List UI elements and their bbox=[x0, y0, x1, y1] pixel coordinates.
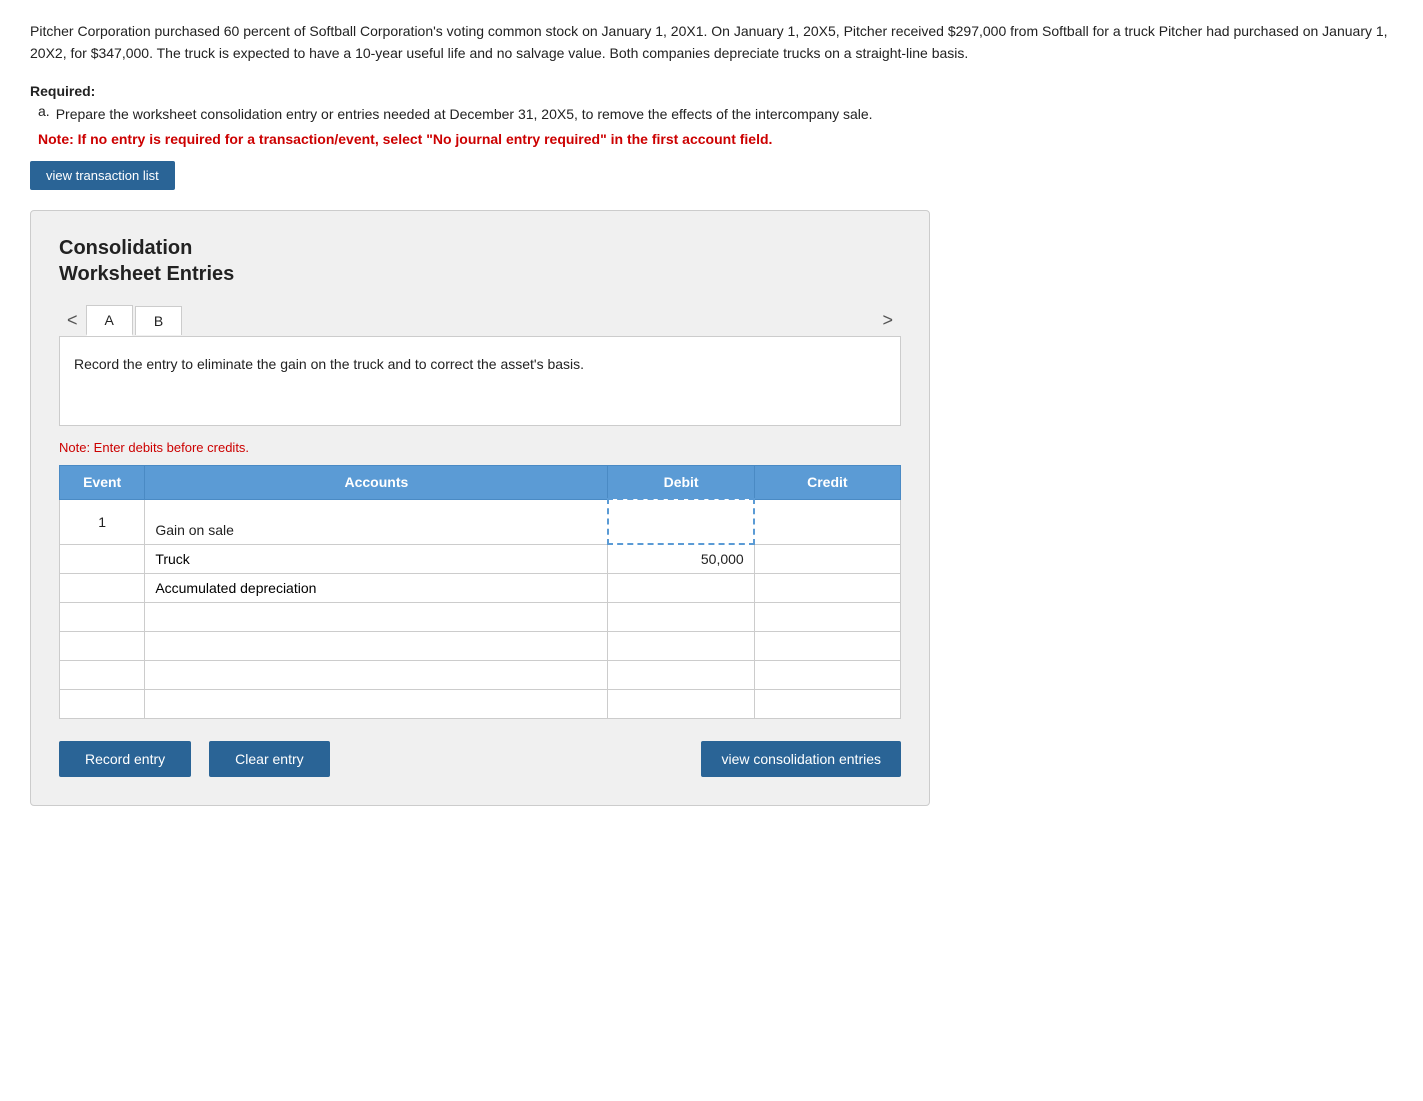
row3-credit[interactable] bbox=[754, 574, 900, 603]
col-debit: Debit bbox=[608, 466, 754, 500]
buttons-row: Record entry Clear entry view consolidat… bbox=[59, 741, 901, 777]
row5-credit-input[interactable] bbox=[765, 638, 890, 654]
worksheet-container: Consolidation Worksheet Entries < A B > … bbox=[30, 210, 930, 806]
tab-a[interactable]: A bbox=[86, 305, 133, 336]
row2-account[interactable] bbox=[145, 544, 608, 574]
row1-debit[interactable] bbox=[608, 499, 754, 544]
row6-debit[interactable] bbox=[608, 661, 754, 690]
row7-debit-input[interactable] bbox=[618, 696, 743, 712]
row6-account[interactable] bbox=[145, 661, 608, 690]
row5-credit[interactable] bbox=[754, 632, 900, 661]
required-note: Note: If no entry is required for a tran… bbox=[38, 131, 1393, 147]
col-accounts: Accounts bbox=[145, 466, 608, 500]
entry-table: Event Accounts Debit Credit 1 Gain on sa… bbox=[59, 465, 901, 719]
row7-credit-input[interactable] bbox=[765, 696, 890, 712]
row1-debit-input[interactable] bbox=[619, 514, 743, 530]
row2-credit[interactable] bbox=[754, 544, 900, 574]
col-credit: Credit bbox=[754, 466, 900, 500]
row3-account[interactable] bbox=[145, 574, 608, 603]
row4-debit-input[interactable] bbox=[618, 609, 743, 625]
row4-debit[interactable] bbox=[608, 603, 754, 632]
row2-account-input[interactable] bbox=[155, 551, 597, 567]
row7-account-input[interactable] bbox=[155, 696, 597, 712]
table-row bbox=[60, 632, 901, 661]
row1-credit[interactable] bbox=[754, 499, 900, 544]
row5-account[interactable] bbox=[145, 632, 608, 661]
item-a-text: Prepare the worksheet consolidation entr… bbox=[56, 103, 873, 125]
row3-debit-input[interactable] bbox=[618, 580, 743, 596]
row2-event bbox=[60, 544, 145, 574]
row5-account-input[interactable] bbox=[155, 638, 597, 654]
row1-account[interactable]: Gain on saleGain on sale bbox=[145, 499, 608, 544]
row3-credit-input[interactable] bbox=[765, 580, 890, 596]
row4-event bbox=[60, 603, 145, 632]
row4-credit-input[interactable] bbox=[765, 609, 890, 625]
tab-left-arrow[interactable]: < bbox=[59, 306, 86, 335]
tab-right-arrow[interactable]: > bbox=[874, 306, 901, 335]
row1-account-input[interactable] bbox=[155, 506, 597, 522]
table-row: 50,000 bbox=[60, 544, 901, 574]
table-row bbox=[60, 603, 901, 632]
row6-event bbox=[60, 661, 145, 690]
row3-event bbox=[60, 574, 145, 603]
view-consolidation-button[interactable]: view consolidation entries bbox=[701, 741, 901, 777]
item-a-label: a. bbox=[38, 103, 50, 125]
row3-account-input[interactable] bbox=[155, 580, 597, 596]
row7-event bbox=[60, 690, 145, 719]
tab-b[interactable]: B bbox=[135, 306, 182, 335]
row4-account[interactable] bbox=[145, 603, 608, 632]
row5-debit[interactable] bbox=[608, 632, 754, 661]
row6-credit[interactable] bbox=[754, 661, 900, 690]
row4-credit[interactable] bbox=[754, 603, 900, 632]
table-row bbox=[60, 574, 901, 603]
row5-debit-input[interactable] bbox=[618, 638, 743, 654]
row6-credit-input[interactable] bbox=[765, 667, 890, 683]
row7-credit[interactable] bbox=[754, 690, 900, 719]
row1-credit-input[interactable] bbox=[765, 514, 890, 530]
row2-debit: 50,000 bbox=[608, 544, 754, 574]
required-label: Required: bbox=[30, 83, 1393, 99]
row2-credit-input[interactable] bbox=[765, 551, 890, 567]
tabs-navigation: < A B > bbox=[59, 305, 901, 336]
row5-event bbox=[60, 632, 145, 661]
worksheet-title: Consolidation Worksheet Entries bbox=[59, 235, 901, 287]
table-row bbox=[60, 690, 901, 719]
row7-account[interactable] bbox=[145, 690, 608, 719]
row1-event: 1 bbox=[60, 499, 145, 544]
table-row bbox=[60, 661, 901, 690]
row6-account-input[interactable] bbox=[155, 667, 597, 683]
col-event: Event bbox=[60, 466, 145, 500]
row6-debit-input[interactable] bbox=[618, 667, 743, 683]
intro-paragraph: Pitcher Corporation purchased 60 percent… bbox=[30, 20, 1390, 65]
view-transaction-button[interactable]: view transaction list bbox=[30, 161, 175, 190]
row7-debit[interactable] bbox=[608, 690, 754, 719]
record-entry-button[interactable]: Record entry bbox=[59, 741, 191, 777]
clear-entry-button[interactable]: Clear entry bbox=[209, 741, 329, 777]
note-debits: Note: Enter debits before credits. bbox=[59, 440, 901, 455]
row4-account-input[interactable] bbox=[155, 609, 597, 625]
row3-debit[interactable] bbox=[608, 574, 754, 603]
table-row: 1 Gain on saleGain on sale bbox=[60, 499, 901, 544]
entry-description: Record the entry to eliminate the gain o… bbox=[59, 336, 901, 426]
